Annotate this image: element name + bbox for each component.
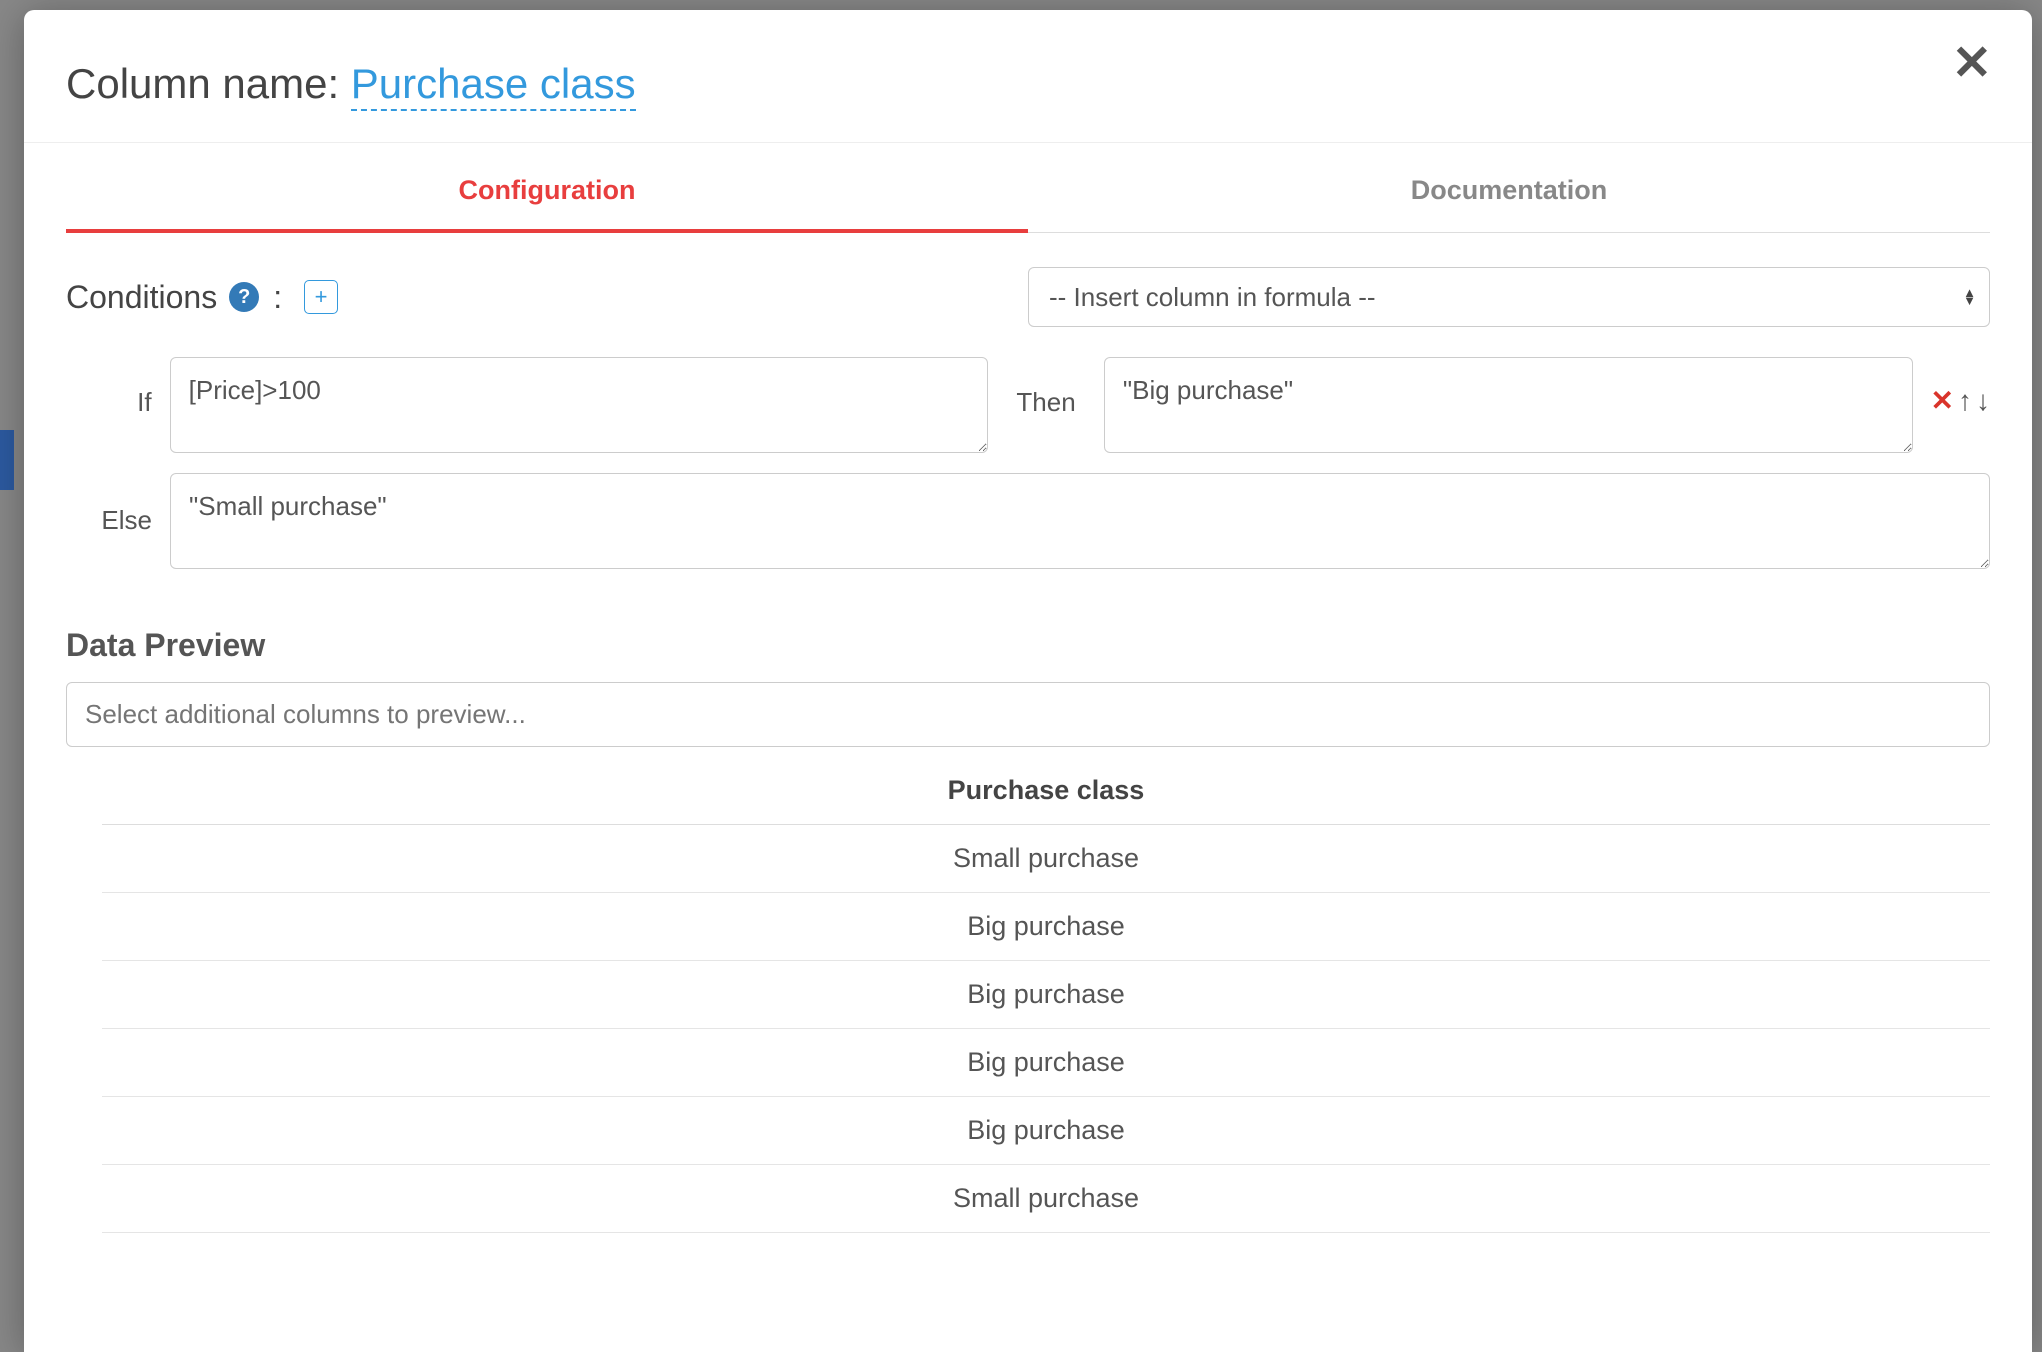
modal-header: ✕ Column name: Purchase class xyxy=(24,10,2032,143)
preview-table: Purchase class Small purchase Big purcha… xyxy=(102,757,1990,1233)
table-row: Big purchase xyxy=(102,1029,1990,1097)
column-name-editable[interactable]: Purchase class xyxy=(351,60,636,111)
add-condition-button[interactable]: + xyxy=(304,280,338,314)
table-cell: Big purchase xyxy=(102,1097,1990,1165)
table-cell: Big purchase xyxy=(102,961,1990,1029)
data-preview-heading: Data Preview xyxy=(66,627,1990,664)
conditions-header-row: Conditions ? : + -- Insert column in for… xyxy=(66,267,1990,327)
modal-title: Column name: Purchase class xyxy=(66,60,1990,108)
background-app-stripe xyxy=(0,430,14,490)
table-cell: Big purchase xyxy=(102,1029,1990,1097)
conditions-colon: : xyxy=(273,279,282,316)
title-prefix: Column name: xyxy=(66,60,351,107)
else-label: Else xyxy=(66,473,152,536)
table-row: Big purchase xyxy=(102,1097,1990,1165)
conditions-left-group: Conditions ? : + xyxy=(66,279,1008,316)
column-formula-modal: ✕ Column name: Purchase class Configurat… xyxy=(24,10,2032,1352)
tab-configuration[interactable]: Configuration xyxy=(66,143,1028,232)
if-label: If xyxy=(66,357,152,418)
help-icon[interactable]: ? xyxy=(229,282,259,312)
table-header-cell: Purchase class xyxy=(102,757,1990,825)
table-header-row: Purchase class xyxy=(102,757,1990,825)
if-then-row: If Then ✕ ↑ ↓ xyxy=(66,357,1990,453)
table-row: Small purchase xyxy=(102,825,1990,893)
insert-column-select[interactable]: -- Insert column in formula -- xyxy=(1028,267,1990,327)
tab-documentation[interactable]: Documentation xyxy=(1028,143,1990,232)
preview-columns-select-wrap xyxy=(66,682,1990,747)
table-row: Small purchase xyxy=(102,1165,1990,1233)
then-value-input[interactable] xyxy=(1104,357,1913,453)
if-condition-input[interactable] xyxy=(170,357,989,453)
move-down-icon[interactable]: ↓ xyxy=(1976,387,1990,415)
close-icon[interactable]: ✕ xyxy=(1952,50,1992,79)
row-actions: ✕ ↑ ↓ xyxy=(1931,357,1990,415)
table-row: Big purchase xyxy=(102,961,1990,1029)
then-label: Then xyxy=(1006,357,1086,418)
configuration-panel: Conditions ? : + -- Insert column in for… xyxy=(24,233,2032,1233)
conditions-label: Conditions xyxy=(66,279,217,316)
tab-bar: Configuration Documentation xyxy=(66,143,1990,233)
move-up-icon[interactable]: ↑ xyxy=(1958,387,1972,415)
table-cell: Small purchase xyxy=(102,1165,1990,1233)
delete-row-icon[interactable]: ✕ xyxy=(1931,387,1954,415)
else-row: Else xyxy=(66,473,1990,569)
table-row: Big purchase xyxy=(102,893,1990,961)
preview-columns-select[interactable] xyxy=(66,682,1990,747)
else-value-input[interactable] xyxy=(170,473,1990,569)
insert-column-select-wrap: -- Insert column in formula -- ▲▼ xyxy=(1028,267,1990,327)
table-cell: Small purchase xyxy=(102,825,1990,893)
table-cell: Big purchase xyxy=(102,893,1990,961)
